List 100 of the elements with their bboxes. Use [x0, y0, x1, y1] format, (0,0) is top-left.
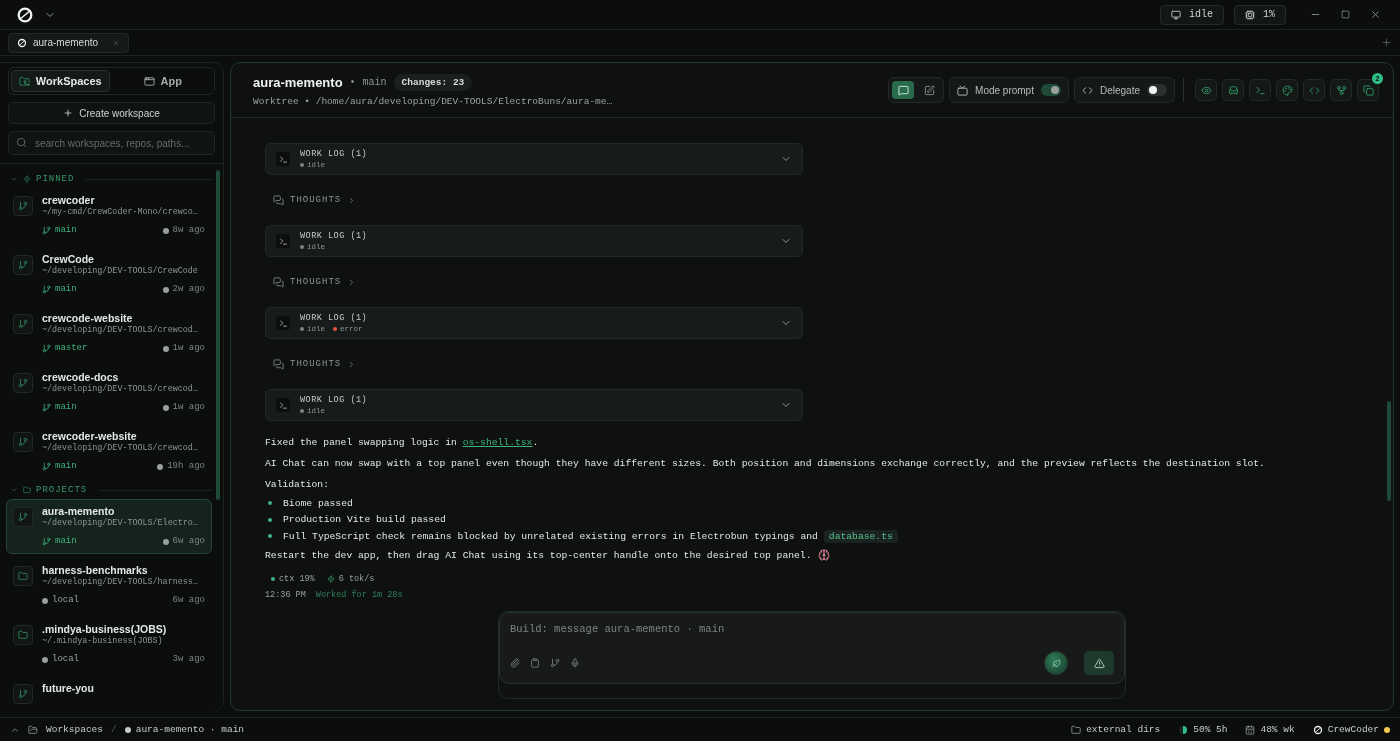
cpu-chip[interactable]: 1%	[1234, 4, 1286, 25]
current-workspace[interactable]: aura-memento · main	[124, 724, 245, 735]
workspace-item[interactable]: aura-memento ~/developing/DEV-TOOLS/Electro… main 6w ago	[6, 499, 212, 554]
maximize-icon	[1340, 10, 1350, 19]
chat-icon	[897, 84, 909, 96]
bullet-dot	[268, 501, 272, 506]
pen-icon	[923, 84, 935, 96]
add-tab-icon[interactable]	[1381, 37, 1392, 48]
message-input[interactable]: Build: message aura-memento · main	[510, 623, 1114, 635]
workspace-tab[interactable]: aura-memento	[8, 32, 130, 53]
changes-count[interactable]: Changes: 23	[393, 73, 473, 91]
git-branch-icon	[42, 462, 51, 471]
clipboard-button[interactable]	[530, 658, 540, 668]
terminal-button[interactable]	[1249, 79, 1271, 101]
chevron-down-icon[interactable]	[10, 175, 18, 183]
workspace-name: crewcode-website	[42, 312, 134, 325]
palette-button[interactable]	[1276, 79, 1298, 101]
workspace-item[interactable]: CrewCode ~/developing/DEV-TOOLS/CrewCode main 2w ago	[6, 247, 212, 302]
context-stat: ctx 19%	[271, 573, 315, 584]
folder-icon	[1071, 724, 1082, 735]
workspace-path: ~/my-cmd/CrewCoder-Mono/crewco…	[42, 207, 198, 218]
folder-icon	[18, 75, 30, 87]
code-button[interactable]	[1303, 79, 1325, 101]
updated-time: 6w ago	[162, 536, 205, 547]
branch-label: main	[42, 536, 77, 547]
work-log-title: WORK LOG (1)	[300, 231, 369, 241]
updated-time: 1w ago	[162, 343, 205, 354]
chat-view-button[interactable]	[892, 81, 915, 99]
workspace-path: ~/developing/DEV-TOOLS/Electro…	[42, 518, 198, 529]
git-branch-icon	[42, 344, 51, 353]
copy-button[interactable]	[1357, 79, 1379, 101]
mode-tab[interactable]: App	[113, 70, 212, 92]
status-chip[interactable]: idle	[1159, 4, 1224, 25]
half-circle-icon	[1178, 724, 1189, 735]
workspace-item[interactable]: crewcoder-website ~/developing/DEV-TOOLS/crewcod… main 19h ago	[6, 424, 212, 479]
local-label: local	[42, 654, 79, 665]
git-branch-icon	[18, 512, 28, 522]
git-fork-icon	[1335, 84, 1347, 96]
message-text: Restart the dev app, then drag AI Chat using its top-center handle onto the desired top panel.	[265, 549, 812, 561]
code-chip: database.ts	[823, 529, 898, 543]
file-link[interactable]: os-shell.tsx	[462, 437, 533, 448]
workspaces-link[interactable]: Workspaces	[46, 724, 103, 735]
workspace-path: ~/developing/DEV-TOOLS/crewcod…	[42, 325, 198, 336]
workspace-item[interactable]: future-you	[6, 676, 212, 711]
screen-icon	[957, 84, 969, 96]
scrollbar-thumb[interactable]	[216, 170, 220, 500]
bench-button[interactable]	[1222, 79, 1244, 101]
workspace-name: .mindya-business(JOBS)	[42, 623, 168, 636]
branch-label: main	[42, 284, 77, 295]
bolt-icon	[23, 175, 31, 183]
bullet-dot	[268, 517, 272, 522]
code-icon	[1081, 84, 1093, 96]
paperclip-icon	[510, 658, 520, 668]
warning-button[interactable]	[1084, 651, 1114, 675]
brand-label[interactable]: CrewCoder	[1312, 724, 1390, 735]
external-dirs[interactable]: external dirs	[1071, 724, 1161, 735]
thoughts-toggle[interactable]: THOUGHTS	[290, 359, 342, 369]
workspace-item[interactable]: crewcode-website ~/developing/DEV-TOOLS/crewcod… master 1w ago	[6, 306, 212, 361]
git-branch-icon	[18, 319, 28, 329]
workspace-name: crewcoder-website	[42, 430, 138, 443]
folder-icon	[18, 571, 28, 581]
work-duration: Worked for 1m 28s	[315, 589, 403, 600]
search-field[interactable]: search workspaces, repos, paths...	[8, 131, 215, 155]
workspace-item[interactable]: .mindya-business(JOBS) ~/.mindya-business(JOBS) local 3w ago	[6, 617, 212, 672]
paperclip-button[interactable]	[510, 658, 520, 668]
leaf-icon	[1051, 658, 1061, 668]
weekly-usage: 48% wk	[1245, 724, 1295, 735]
eye-button[interactable]	[1195, 79, 1217, 101]
clipboard-icon	[530, 658, 540, 668]
speech-bubbles-icon	[273, 276, 284, 288]
thoughts-toggle[interactable]: THOUGHTS	[290, 195, 342, 205]
terminal-icon	[276, 316, 290, 330]
mode-tab[interactable]: WorkSpaces	[11, 70, 110, 92]
updated-time: 2w ago	[162, 284, 205, 295]
bullet-text: Biome passed	[283, 497, 353, 509]
scrollbar-thumb[interactable]	[1387, 401, 1391, 501]
create-workspace-button[interactable]: Create workspace	[8, 102, 215, 124]
section-title: PROJECTS	[36, 485, 88, 495]
workspace-path: ~/developing/DEV-TOOLS/CrewCode	[42, 266, 198, 277]
chevron-down-icon[interactable]	[10, 486, 18, 494]
work-log-title: WORK LOG (1)	[300, 395, 369, 405]
leaf-button[interactable]	[1044, 651, 1068, 675]
microphone-button[interactable]	[570, 658, 580, 668]
git-fork-button[interactable]	[1330, 79, 1352, 101]
git-branch-button[interactable]	[550, 658, 560, 668]
workspace-item[interactable]: crewcoder ~/my-cmd/CrewCoder-Mono/crewco… main 8w ago	[6, 188, 212, 243]
message-text: AI Chat can now swap with a top panel even though they have different sizes. Both position and dimensions exchange correctly, and the preview reflects the destination slot.	[265, 458, 1265, 469]
workspace-item[interactable]: crewcode-docs ~/developing/DEV-TOOLS/crewcod… main 1w ago	[6, 365, 212, 420]
window-icon	[143, 75, 155, 87]
worktree-path: Worktree • /home/aura/developing/DEV-TOOLS/ElectroBuns/aura-me…	[253, 95, 613, 107]
workspace-name: future-you	[42, 682, 95, 695]
message-text: Validation:	[265, 479, 329, 490]
workspace-title: aura-memento	[253, 74, 343, 90]
message-text: Fixed the panel swapping logic in os-shell.tsx.	[265, 437, 539, 448]
workspace-item[interactable]: harness-benchmarks ~/developing/DEV-TOOLS/harness… local 6w ago	[6, 558, 212, 613]
workspace-path: ~/developing/DEV-TOOLS/harness…	[42, 577, 198, 588]
microphone-icon	[570, 658, 580, 668]
git-branch-icon	[42, 537, 51, 546]
thoughts-toggle[interactable]: THOUGHTS	[290, 277, 342, 287]
close-icon[interactable]	[112, 38, 121, 47]
